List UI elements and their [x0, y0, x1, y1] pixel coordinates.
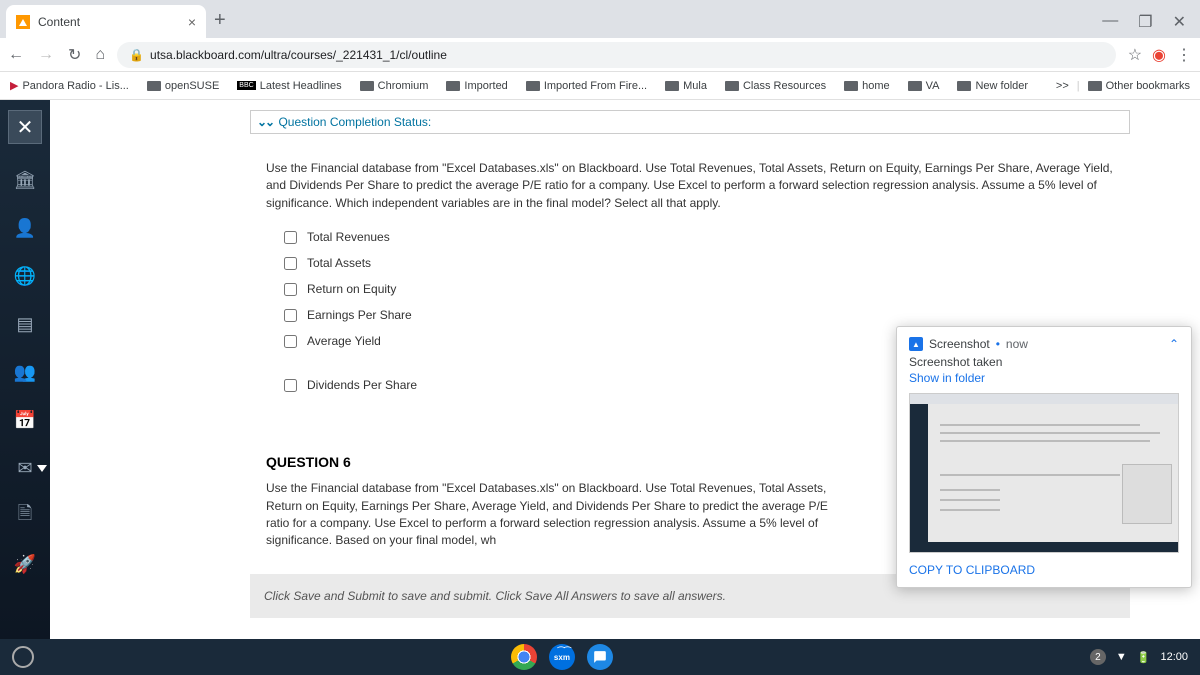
image-icon: ▲: [909, 337, 923, 351]
folder-icon: [725, 81, 739, 91]
checkbox[interactable]: [284, 257, 297, 270]
bookmark-item[interactable]: Imported: [446, 80, 507, 92]
wifi-icon: ▼: [1116, 651, 1127, 663]
folder-icon: [908, 81, 922, 91]
show-in-folder-link[interactable]: Show in folder: [909, 371, 1179, 385]
tools-icon[interactable]: 🚀: [13, 552, 37, 576]
taskbar-apps: sxm⁀⁀: [511, 644, 613, 670]
folder-icon: [1088, 81, 1102, 91]
notif-time: now: [1006, 337, 1028, 351]
url-actions: ☆ ◉ ⋮: [1128, 45, 1192, 65]
tab-strip: Content × + — ❐ ✕: [0, 0, 1200, 38]
expand-icon: ⌄⌄: [257, 115, 273, 129]
address-bar: ← → ↻ ⌂ 🔒 utsa.blackboard.com/ultra/cour…: [0, 38, 1200, 72]
close-window-icon[interactable]: ✕: [1173, 12, 1186, 32]
calendar-icon[interactable]: 📅: [13, 408, 37, 432]
checkbox[interactable]: [284, 231, 297, 244]
extension-icon[interactable]: ◉: [1152, 45, 1166, 65]
option-total-revenues[interactable]: Total Revenues: [284, 230, 1114, 244]
folder-icon: [526, 81, 540, 91]
folder-icon: [665, 81, 679, 91]
window-controls: — ❐ ✕: [1102, 12, 1200, 32]
taskbar: sxm⁀⁀ 2 ▼ 🔋 12:00: [0, 639, 1200, 675]
blackboard-sidebar: ✕ 🏛 👤 🌐 ▤ 👥 📅 ✉ 🗎 🚀: [0, 100, 50, 675]
collapse-icon[interactable]: ⌃: [1169, 337, 1179, 351]
folder-icon: [844, 81, 858, 91]
screenshot-thumbnail[interactable]: [909, 393, 1179, 553]
copy-to-clipboard-button[interactable]: COPY TO CLIPBOARD: [909, 563, 1179, 577]
notif-app: Screenshot: [929, 337, 990, 351]
notification-badge[interactable]: 2: [1090, 649, 1106, 665]
bookmark-item[interactable]: Class Resources: [725, 80, 826, 92]
browser-tab[interactable]: Content ×: [6, 5, 206, 38]
back-icon[interactable]: ←: [8, 46, 24, 64]
option-earnings-per-share[interactable]: Earnings Per Share: [284, 308, 1114, 322]
checkbox[interactable]: [284, 309, 297, 322]
question-6-title: QUESTION 6: [266, 454, 834, 470]
close-tab-icon[interactable]: ×: [188, 14, 196, 30]
new-tab-button[interactable]: +: [214, 9, 226, 32]
url-text: utsa.blackboard.com/ultra/courses/_22143…: [150, 48, 447, 62]
close-panel-button[interactable]: ✕: [8, 110, 42, 144]
bookmarks-expand[interactable]: >>: [1056, 80, 1069, 92]
grades-icon[interactable]: 🗎: [13, 504, 37, 528]
checkbox[interactable]: [284, 283, 297, 296]
stream-icon[interactable]: 🌐: [13, 264, 37, 288]
folder-icon: [147, 81, 161, 91]
star-icon[interactable]: ☆: [1128, 45, 1142, 65]
bookmark-item[interactable]: Chromium: [360, 80, 429, 92]
reload-icon[interactable]: ↻: [68, 45, 81, 65]
folder-icon: [446, 81, 460, 91]
overflow-icon[interactable]: ⋮: [1176, 45, 1192, 65]
launcher-icon[interactable]: [12, 646, 34, 668]
question-6-body: QUESTION 6 Use the Financial database fr…: [250, 440, 850, 564]
bbc-icon: BBC: [237, 81, 255, 90]
option-total-assets[interactable]: Total Assets: [284, 256, 1114, 270]
question-completion-status[interactable]: ⌄⌄ Question Completion Status:: [250, 110, 1130, 134]
organizations-icon[interactable]: 👥: [13, 360, 37, 384]
nav-buttons: ← → ↻ ⌂: [8, 45, 105, 65]
folder-icon: [360, 81, 374, 91]
profile-icon[interactable]: 👤: [13, 216, 37, 240]
messages-icon[interactable]: ✉: [13, 456, 37, 480]
lock-icon: 🔒: [129, 48, 144, 62]
page-icon: [16, 15, 30, 29]
bookmark-item[interactable]: New folder: [957, 80, 1028, 92]
system-tray[interactable]: 2 ▼ 🔋 12:00: [1090, 649, 1188, 665]
folder-icon: [957, 81, 971, 91]
notif-title: Screenshot taken: [909, 355, 1179, 369]
home-icon[interactable]: ⌂: [95, 46, 105, 64]
bookmark-item[interactable]: ▶Pandora Radio - Lis...: [10, 79, 129, 92]
tab-title: Content: [38, 15, 80, 29]
bookmark-item[interactable]: VA: [908, 80, 940, 92]
bookmark-item[interactable]: Mula: [665, 80, 707, 92]
checkbox[interactable]: [284, 379, 297, 392]
forward-icon[interactable]: →: [38, 46, 54, 64]
bookmark-item[interactable]: Imported From Fire...: [526, 80, 647, 92]
option-return-on-equity[interactable]: Return on Equity: [284, 282, 1114, 296]
sxm-icon[interactable]: sxm⁀⁀: [549, 644, 575, 670]
question-text: Use the Financial database from "Excel D…: [266, 480, 834, 550]
bookmark-item[interactable]: home: [844, 80, 890, 92]
chrome-icon[interactable]: [511, 644, 537, 670]
screenshot-notification[interactable]: ▲ Screenshot • now ⌃ Screenshot taken Sh…: [896, 326, 1192, 588]
pandora-icon: ▶: [10, 79, 18, 92]
restore-icon[interactable]: ❐: [1138, 12, 1152, 32]
bookmark-item[interactable]: openSUSE: [147, 80, 219, 92]
bookmarks-bar: ▶Pandora Radio - Lis... openSUSE BBCLate…: [0, 72, 1200, 100]
clock: 12:00: [1160, 651, 1188, 663]
institution-icon[interactable]: 🏛: [13, 168, 37, 192]
checkbox[interactable]: [284, 335, 297, 348]
question-text: Use the Financial database from "Excel D…: [266, 160, 1114, 212]
battery-icon: 🔋: [1137, 651, 1151, 664]
minimize-icon[interactable]: —: [1102, 12, 1118, 32]
bookmark-item[interactable]: BBCLatest Headlines: [237, 80, 341, 92]
courses-icon[interactable]: ▤: [13, 312, 37, 336]
other-bookmarks[interactable]: Other bookmarks: [1088, 80, 1190, 92]
url-field[interactable]: 🔒 utsa.blackboard.com/ultra/courses/_221…: [117, 42, 1116, 68]
chat-icon[interactable]: [587, 644, 613, 670]
